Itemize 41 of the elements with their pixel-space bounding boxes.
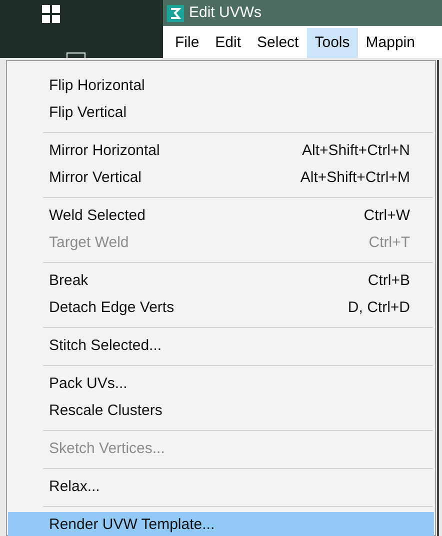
menu-bar-item[interactable]: Edit [207, 28, 250, 58]
app-icon [167, 4, 184, 22]
window-title: Edit UVWs [189, 2, 262, 23]
menu-item-label: Pack UVs... [49, 374, 128, 394]
menu-item[interactable]: Flip Horizontal [8, 73, 434, 100]
menu-item-label: Weld Selected [49, 206, 146, 226]
menu-item-label: Target Weld [49, 233, 129, 254]
menu-item-label: Relax... [49, 477, 100, 498]
menu-item-label: Break [49, 271, 88, 292]
menu-bar-item[interactable]: Mappin [358, 28, 423, 58]
menu-item[interactable]: Detach Edge Verts D, Ctrl+D [8, 295, 434, 322]
menu-item-label: Mirror Vertical [49, 168, 142, 188]
shortcut-label: Ctrl+B [368, 271, 410, 292]
menu-item[interactable]: Flip Vertical [8, 100, 434, 127]
shortcut-label: Alt+Shift+Ctrl+N [302, 141, 410, 162]
menu-item[interactable]: Stitch Selected... [8, 333, 434, 360]
menu-item[interactable]: Mirror Vertical Alt+Shift+Ctrl+M [8, 165, 434, 192]
menu-item-label: Detach Edge Verts [49, 298, 174, 318]
shortcut-label: Ctrl+W [364, 206, 410, 226]
menu-item-label: Render UVW Template... [49, 515, 215, 536]
windows-logo-icon[interactable] [42, 5, 60, 23]
shortcut-label: D, Ctrl+D [348, 298, 410, 318]
menu-item-label: Mirror Horizontal [49, 141, 160, 162]
menu-item[interactable]: Render UVW Template... [8, 512, 434, 536]
shortcut-label: Ctrl+T [368, 233, 410, 254]
menu-item-label: Sketch Vertices... [49, 439, 165, 460]
menu-item[interactable]: Pack UVs... [8, 371, 434, 398]
menu-item-label: Flip Vertical [49, 103, 127, 124]
menu-item-label: Flip Horizontal [49, 76, 145, 96]
window-outline-icon[interactable] [66, 51, 86, 58]
shortcut-label: Alt+Shift+Ctrl+M [300, 168, 410, 188]
menu-item[interactable]: Mirror Horizontal Alt+Shift+Ctrl+N [8, 138, 434, 165]
menu-bar-item[interactable]: Select [249, 28, 307, 58]
menu-item[interactable]: Break Ctrl+B [8, 268, 434, 295]
menu-item[interactable]: Weld Selected Ctrl+W [8, 203, 434, 230]
menu-bar-item[interactable]: File [167, 28, 208, 58]
menu-item[interactable]: Rescale Clusters [8, 398, 434, 425]
menu-bar-item[interactable]: Tools [306, 28, 358, 58]
menu-item-label: Stitch Selected... [49, 336, 162, 356]
menu-item-label: Rescale Clusters [49, 401, 162, 422]
menu-item[interactable]: Relax... [8, 474, 434, 501]
